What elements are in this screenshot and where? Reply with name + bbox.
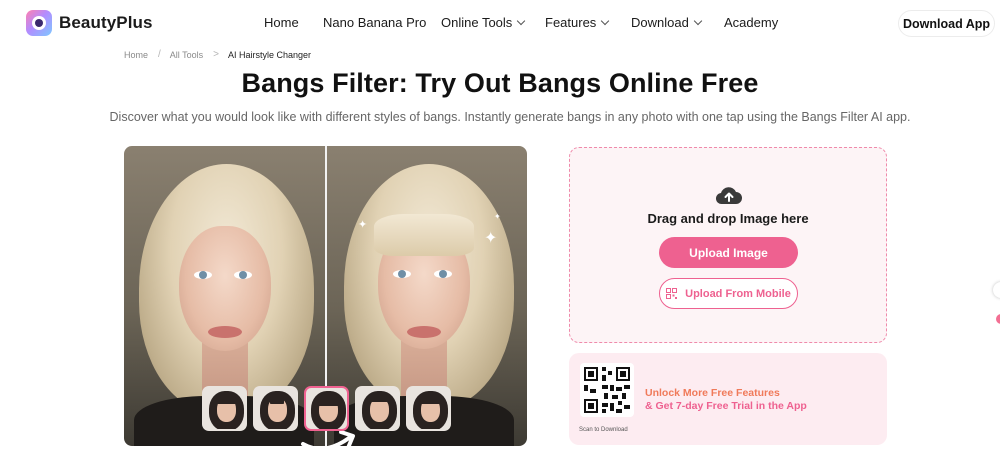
upload-from-mobile-button[interactable]: Upload From Mobile bbox=[659, 278, 798, 309]
scan-to-download-label: Scan to Download bbox=[579, 427, 628, 433]
nav-academy[interactable]: Academy bbox=[724, 15, 778, 30]
bangs-style-option-selected[interactable] bbox=[304, 386, 349, 431]
nav-home[interactable]: Home bbox=[264, 15, 299, 30]
breadcrumb-current: AI Hairstyle Changer bbox=[228, 49, 312, 60]
bangs-style-option[interactable] bbox=[355, 386, 400, 431]
promo-line-2: & Get 7-day Free Trial in the App bbox=[645, 400, 807, 412]
sparkle-icon: ✦ bbox=[484, 230, 498, 247]
bangs-style-thumbnails bbox=[202, 386, 451, 431]
cloud-upload-icon bbox=[715, 187, 742, 205]
download-app-button[interactable]: Download App bbox=[898, 10, 995, 37]
nav-academy-label: Academy bbox=[724, 15, 779, 30]
breadcrumb-separator: > bbox=[213, 49, 219, 60]
page-title: Bangs Filter: Try Out Bangs Online Free bbox=[241, 68, 759, 98]
page-subtitle: Discover what you would look like with d… bbox=[109, 110, 911, 124]
chevron-down-icon bbox=[601, 16, 610, 26]
bangs-style-option[interactable] bbox=[253, 386, 298, 431]
breadcrumb-all-tools[interactable]: All Tools bbox=[170, 50, 203, 60]
qr-code-icon bbox=[666, 288, 678, 299]
breadcrumb-home[interactable]: Home bbox=[124, 50, 148, 60]
chevron-down-icon bbox=[517, 16, 526, 26]
app-promo-banner: Scan to Download Unlock More Free Featur… bbox=[569, 353, 887, 445]
nav-download[interactable]: Download bbox=[631, 15, 703, 30]
nav-home-label: Home bbox=[264, 15, 299, 30]
nav-nano-banana-pro[interactable]: Nano Banana Pro bbox=[323, 15, 426, 30]
drag-drop-label: Drag and drop Image here bbox=[647, 211, 809, 226]
site-header: BeautyPlus Home Nano Banana Pro Online T… bbox=[0, 0, 1000, 46]
beautyplus-logo-icon bbox=[26, 10, 52, 36]
nav-download-label: Download bbox=[631, 15, 689, 30]
download-qr-code bbox=[580, 363, 634, 417]
upload-from-mobile-label: Upload From Mobile bbox=[685, 287, 791, 300]
nav-nano-banana-label: Nano Banana Pro bbox=[323, 15, 427, 30]
nav-online-tools-label: Online Tools bbox=[441, 15, 513, 30]
upload-dropzone[interactable]: Drag and drop Image here Upload Image Up… bbox=[569, 147, 887, 343]
nav-features-label: Features bbox=[545, 15, 597, 30]
sparkle-icon: ✦ bbox=[358, 219, 368, 231]
side-scroll-button[interactable] bbox=[993, 282, 1000, 298]
upload-image-button[interactable]: Upload Image bbox=[659, 237, 798, 268]
promo-line-1: Unlock More Free Features bbox=[645, 387, 780, 399]
bangs-style-option[interactable] bbox=[202, 386, 247, 431]
brand-logo[interactable]: BeautyPlus bbox=[26, 10, 153, 36]
bangs-style-option[interactable] bbox=[406, 386, 451, 431]
before-after-image: ✦ ✦ ✦ bbox=[124, 146, 527, 446]
breadcrumb-separator: / bbox=[158, 49, 161, 60]
nav-features[interactable]: Features bbox=[545, 15, 610, 30]
side-floating-dot[interactable] bbox=[996, 314, 1000, 324]
chevron-down-icon bbox=[693, 16, 703, 26]
nav-online-tools[interactable]: Online Tools bbox=[441, 15, 526, 30]
sparkle-icon: ✦ bbox=[494, 212, 501, 221]
breadcrumb: Home / All Tools > AI Hairstyle Changer bbox=[124, 49, 311, 60]
brand-name: BeautyPlus bbox=[59, 13, 153, 32]
